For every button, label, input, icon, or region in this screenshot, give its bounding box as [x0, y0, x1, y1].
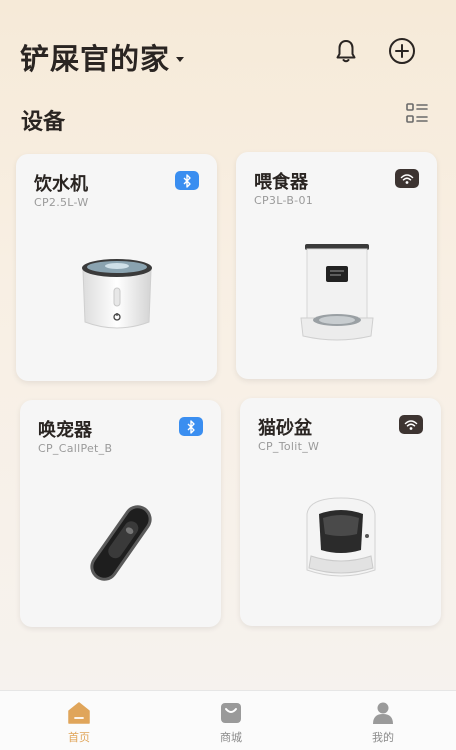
bluetooth-icon — [175, 171, 199, 190]
home-selector[interactable]: 铲屎官的家 — [20, 36, 185, 78]
top-header: 铲屎官的家 — [0, 0, 456, 100]
tab-label: 商城 — [220, 731, 242, 744]
device-name: 饮水机 — [34, 174, 88, 195]
tab-label: 首页 — [68, 731, 90, 744]
device-name: 猫砂盆 — [258, 418, 312, 439]
bluetooth-icon — [179, 417, 203, 436]
water-fountain-image — [16, 254, 217, 334]
home-icon — [68, 702, 90, 724]
device-model: CP3L-B-01 — [254, 194, 314, 207]
pet-caller-image — [20, 498, 221, 588]
feeder-image — [236, 240, 437, 344]
profile-icon — [373, 702, 393, 724]
device-model: CP_Tolit_W — [258, 440, 320, 453]
tab-home[interactable]: 首页 — [44, 701, 114, 745]
device-card-water-fountain[interactable]: 饮水机 CP2.5L-W — [16, 154, 217, 381]
litter-box-image — [240, 494, 441, 584]
bell-icon[interactable] — [332, 37, 360, 65]
list-layout-icon[interactable] — [405, 102, 429, 126]
home-title: 铲屎官的家 — [20, 42, 171, 76]
tab-profile[interactable]: 我的 — [348, 701, 418, 745]
caret-down-icon — [176, 56, 185, 62]
wifi-icon — [399, 415, 423, 434]
device-model: CP2.5L-W — [34, 196, 89, 209]
section-title: 设备 — [21, 110, 66, 135]
bottom-tab-bar: 首页 商城 我的 — [0, 690, 456, 750]
add-circle-icon[interactable] — [388, 37, 416, 65]
device-name: 喂食器 — [254, 172, 308, 193]
tab-shop[interactable]: 商城 — [196, 701, 266, 745]
device-card-pet-caller[interactable]: 唤宠器 CP_CallPet_B — [20, 400, 221, 627]
wifi-icon — [395, 169, 419, 188]
tab-label: 我的 — [372, 731, 394, 744]
device-model: CP_CallPet_B — [38, 442, 113, 455]
device-name: 唤宠器 — [38, 420, 92, 441]
device-card-feeder[interactable]: 喂食器 CP3L-B-01 — [236, 152, 437, 379]
device-card-litter-box[interactable]: 猫砂盆 CP_Tolit_W — [240, 398, 441, 626]
shop-icon — [221, 703, 241, 723]
